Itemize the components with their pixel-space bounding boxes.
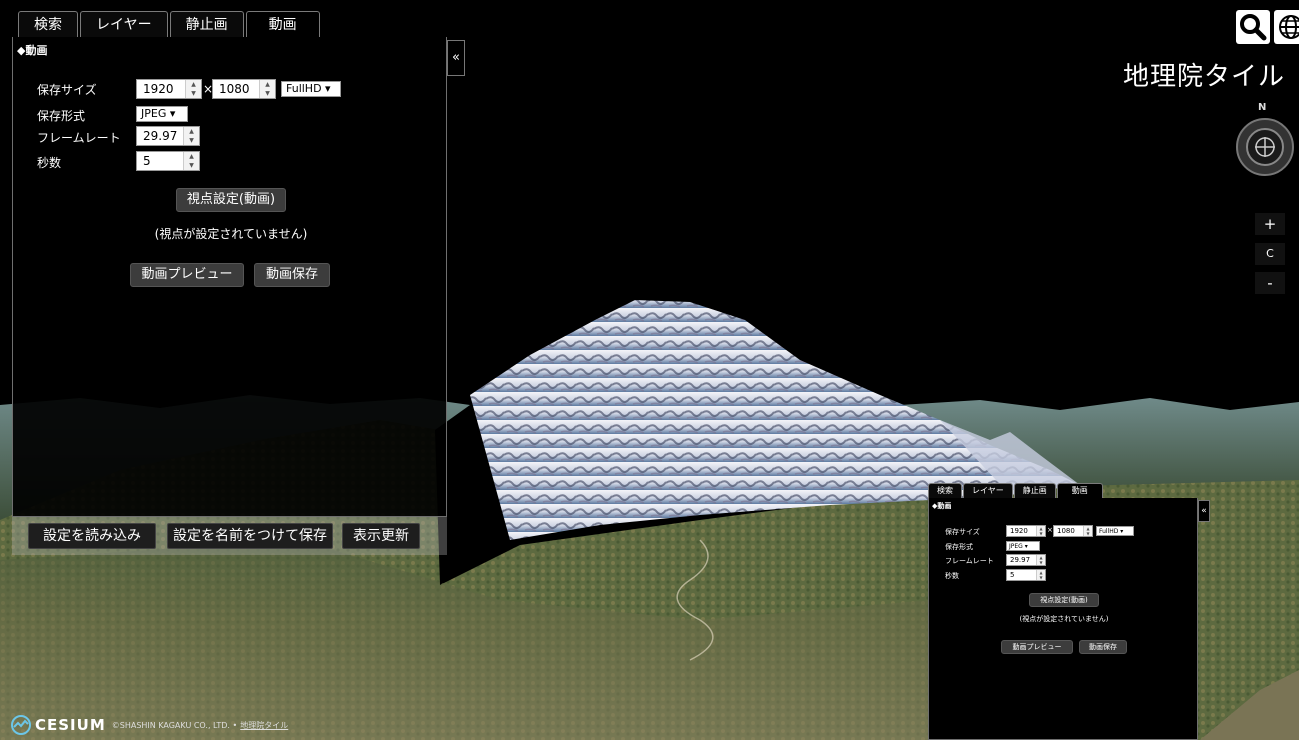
main-tabs: 検索 レイヤー 静止画 動画 xyxy=(18,11,322,37)
inset-size-preset: FullHD ▾ xyxy=(1096,526,1134,536)
inset-height-input: 1080 ▲ ▼ xyxy=(1053,525,1093,537)
compass[interactable]: N xyxy=(1235,100,1295,180)
video-settings-panel: ◆動画 保存サイズ 1920 ▲ ▼ × 1080 ▲ ▼ FullHD ▾ 保存形… xyxy=(12,37,447,517)
inset-width-stepper: ▲ ▼ xyxy=(1036,526,1045,536)
inset-tabs: 検索 レイヤー 静止画 動画 xyxy=(928,482,1104,498)
credit-bar: CESIUM ©SHASHIN KAGAKU CO., LTD. • 地理院タイ… xyxy=(10,714,288,736)
cesium-logo-icon xyxy=(11,715,31,735)
inset-frame-rate-label: フレームレート xyxy=(945,557,994,565)
collapse-panel-button[interactable]: « xyxy=(447,40,465,76)
inset-seconds-value: 5 xyxy=(1010,571,1015,579)
inset-height-value: 1080 xyxy=(1057,527,1075,535)
inset-times-sign: × xyxy=(1047,526,1053,534)
inset-tab-search: 検索 xyxy=(928,483,962,498)
frame-rate-value: 29.97 xyxy=(143,129,178,143)
inset-height-stepper: ▲ ▼ xyxy=(1083,526,1092,536)
size-preset-select[interactable]: FullHD ▾ xyxy=(281,81,341,97)
layer-name: 地理院タイル xyxy=(1122,62,1285,92)
inset-format-label: 保存形式 xyxy=(945,543,973,551)
tab-still-image[interactable]: 静止画 xyxy=(169,11,244,37)
globe-button[interactable] xyxy=(1274,10,1299,44)
inset-viewpoint-button: 視点設定(動画) xyxy=(1029,593,1099,607)
section-title: ◆動画 xyxy=(17,44,48,57)
inset-frame-rate-input: 29.97 ▲ ▼ xyxy=(1006,554,1046,566)
inset-tab-video: 動画 xyxy=(1056,483,1103,498)
video-preview-button[interactable]: 動画プレビュー xyxy=(130,263,244,287)
panel-footer: 設定を読み込み 設定を名前をつけて保存 表示更新 xyxy=(12,517,447,555)
inset-width-input: 1920 ▲ ▼ xyxy=(1006,525,1046,537)
frame-rate-stepper[interactable]: ▲ ▼ xyxy=(183,127,199,145)
viewpoint-settings-button[interactable]: 視点設定(動画) xyxy=(176,188,286,212)
format-select[interactable]: JPEG ▾ xyxy=(136,106,188,122)
seconds-stepper[interactable]: ▲ ▼ xyxy=(183,152,199,170)
save-settings-as-button[interactable]: 設定を名前をつけて保存 xyxy=(167,523,333,549)
compass-north-label: N xyxy=(1258,102,1267,113)
frame-rate-label: フレームレート xyxy=(37,131,121,145)
viewpoint-status: (視点が設定されていません) xyxy=(154,227,308,241)
height-value: 1080 xyxy=(219,82,250,96)
frame-rate-input[interactable]: 29.97 ▲ ▼ xyxy=(136,126,200,146)
seconds-value: 5 xyxy=(143,154,151,168)
zoom-out-button[interactable]: - xyxy=(1255,272,1285,294)
credit-text: ©SHASHIN KAGAKU CO., LTD. • xyxy=(111,720,238,730)
inset-save-size-label: 保存サイズ xyxy=(945,528,980,536)
tab-search[interactable]: 検索 xyxy=(18,11,78,37)
seconds-input[interactable]: 5 ▲ ▼ xyxy=(136,151,200,171)
width-value: 1920 xyxy=(143,82,174,96)
preview-inset: 検索 レイヤー 静止画 動画 ◆動画 保存サイズ 1920 ▲ ▼ × 1080 … xyxy=(928,482,1218,740)
inset-seconds-stepper: ▲ ▼ xyxy=(1036,570,1045,580)
inset-preview-button: 動画プレビュー xyxy=(1001,640,1073,654)
search-button[interactable] xyxy=(1236,10,1270,44)
zoom-in-button[interactable]: + xyxy=(1255,213,1285,235)
width-stepper[interactable]: ▲ ▼ xyxy=(185,80,201,98)
inset-frame-rate-stepper: ▲ ▼ xyxy=(1036,555,1045,565)
inset-width-value: 1920 xyxy=(1010,527,1028,535)
seconds-label: 秒数 xyxy=(37,156,62,170)
save-size-label: 保存サイズ xyxy=(37,83,97,97)
inset-viewpoint-status: (視点が設定されていません) xyxy=(1019,615,1109,623)
inset-seconds-input: 5 ▲ ▼ xyxy=(1006,569,1046,581)
tab-layer[interactable]: レイヤー xyxy=(80,11,168,37)
cesium-logo-text: CESIUM xyxy=(35,716,106,734)
tab-video[interactable]: 動画 xyxy=(245,11,320,37)
credit-link[interactable]: 地理院タイル xyxy=(240,720,288,731)
refresh-display-button[interactable]: 表示更新 xyxy=(342,523,420,549)
search-icon xyxy=(1240,14,1267,41)
inset-panel: ◆動画 保存サイズ 1920 ▲ ▼ × 1080 ▲ ▼ FullHD ▾ 保存形… xyxy=(928,498,1198,740)
height-input[interactable]: 1080 ▲ ▼ xyxy=(212,79,276,99)
inset-section-title: ◆動画 xyxy=(932,502,952,510)
height-stepper[interactable]: ▲ ▼ xyxy=(259,80,275,98)
inset-save-button: 動画保存 xyxy=(1079,640,1127,654)
reset-view-button[interactable]: C xyxy=(1255,243,1285,265)
globe-icon xyxy=(1279,15,1299,39)
inset-format-select: JPEG ▾ xyxy=(1006,541,1040,551)
video-save-button[interactable]: 動画保存 xyxy=(254,263,330,287)
inset-tab-layer: レイヤー xyxy=(963,483,1013,498)
width-input[interactable]: 1920 ▲ ▼ xyxy=(136,79,202,99)
compass-ring-icon xyxy=(1236,118,1294,176)
load-settings-button[interactable]: 設定を読み込み xyxy=(28,523,156,549)
format-label: 保存形式 xyxy=(37,109,86,123)
inset-tab-still-image: 静止画 xyxy=(1013,483,1056,498)
inset-frame-rate-value: 29.97 xyxy=(1010,556,1031,564)
inset-seconds-label: 秒数 xyxy=(945,572,959,580)
inset-collapse: « xyxy=(1198,500,1210,522)
